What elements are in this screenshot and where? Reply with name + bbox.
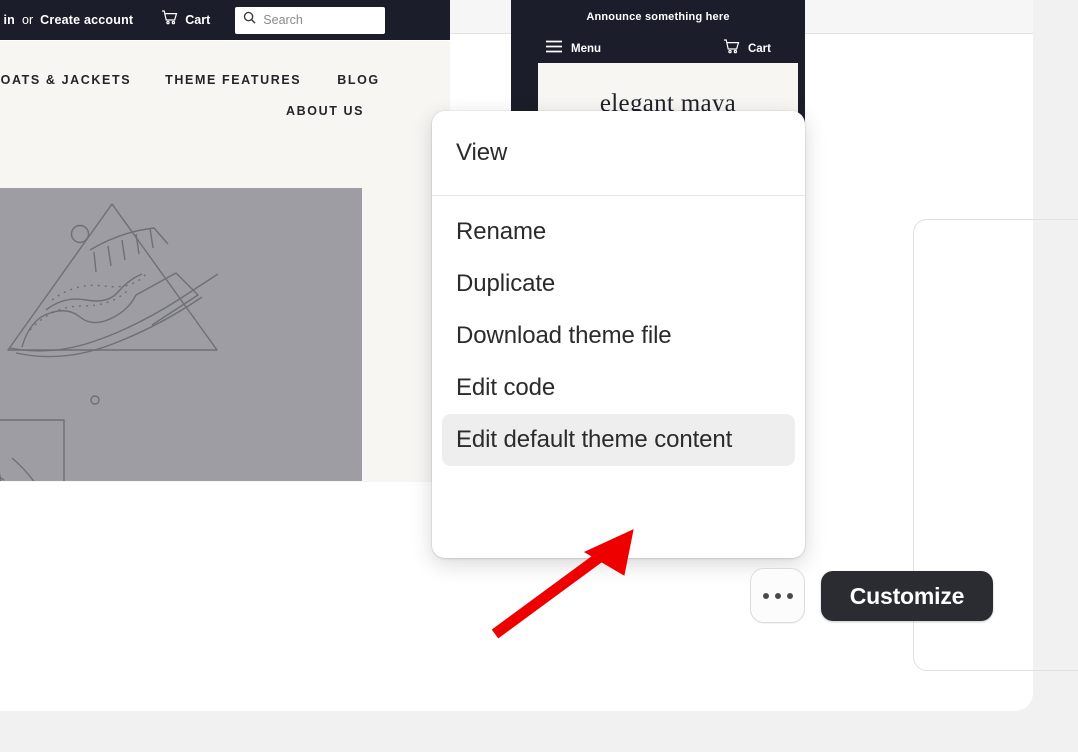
popover-group-actions: Rename Duplicate Download theme file Edi… <box>432 196 805 476</box>
desktop-preview-clip: g in or Create account Cart <box>0 0 450 482</box>
menu-item-label: Rename <box>456 218 547 245</box>
login-link[interactable]: g in <box>0 13 15 27</box>
menu-item-download-theme-file[interactable]: Download theme file <box>442 310 795 362</box>
storefront-main-nav: COATS & JACKETS THEME FEATURES BLOG ABOU… <box>0 41 450 151</box>
ellipsis-horizontal-icon <box>762 592 793 599</box>
or-separator: or <box>22 13 34 27</box>
nav-row-secondary: ABOUT US <box>0 104 450 118</box>
nav-row-primary: COATS & JACKETS THEME FEATURES BLOG <box>0 73 450 87</box>
menu-item-duplicate[interactable]: Duplicate <box>442 258 795 310</box>
hamburger-menu-icon <box>545 40 563 58</box>
search-icon <box>243 11 256 29</box>
announcement-bar: Announce something here <box>511 0 805 34</box>
nav-item-blog[interactable]: BLOG <box>337 73 380 87</box>
nav-item-theme-features[interactable]: THEME FEATURES <box>165 73 301 87</box>
cart-link[interactable]: Cart <box>161 10 210 30</box>
mobile-cart-label: Cart <box>747 43 771 55</box>
hero-placeholder-illustration <box>0 188 362 481</box>
screen-root: g in or Create account Cart <box>0 0 1078 752</box>
popover-group-view: View <box>432 111 805 195</box>
mobile-menu-label: Menu <box>571 43 602 55</box>
menu-item-view[interactable]: View <box>442 127 795 179</box>
theme-actions-popover: View Rename Duplicate Download theme fil… <box>432 111 805 558</box>
announcement-text: Announce something here <box>586 11 730 23</box>
mobile-nav-bar: Menu Cart <box>511 35 805 63</box>
menu-item-label: View <box>456 139 508 166</box>
nav-item-coats-jackets[interactable]: COATS & JACKETS <box>0 73 131 87</box>
shopping-cart-icon <box>723 39 740 59</box>
menu-item-label: Edit default theme content <box>456 426 733 453</box>
storefront-hero-section <box>0 151 450 482</box>
desktop-storefront-preview[interactable]: g in or Create account Cart <box>0 0 450 482</box>
menu-item-label: Edit code <box>456 374 556 401</box>
create-account-link[interactable]: Create account <box>40 13 133 27</box>
menu-item-rename[interactable]: Rename <box>442 206 795 258</box>
nav-item-about-us[interactable]: ABOUT US <box>286 104 364 118</box>
storefront-account-bar: g in or Create account Cart <box>0 0 450 40</box>
customize-button[interactable]: Customize <box>821 571 993 621</box>
search-placeholder: Search <box>263 13 303 27</box>
mobile-cart-button[interactable]: Cart <box>723 39 771 59</box>
menu-item-edit-code[interactable]: Edit code <box>442 362 795 414</box>
menu-item-edit-default-theme-content[interactable]: Edit default theme content <box>442 414 795 466</box>
customize-button-label: Customize <box>849 582 965 609</box>
menu-item-label: Duplicate <box>456 270 556 297</box>
more-actions-button[interactable] <box>750 568 805 623</box>
mobile-menu-button[interactable]: Menu <box>545 40 601 58</box>
menu-item-label: Download theme file <box>456 322 672 349</box>
search-input[interactable]: Search <box>235 6 386 34</box>
cart-label: Cart <box>185 13 211 27</box>
shopping-cart-icon <box>161 10 178 30</box>
